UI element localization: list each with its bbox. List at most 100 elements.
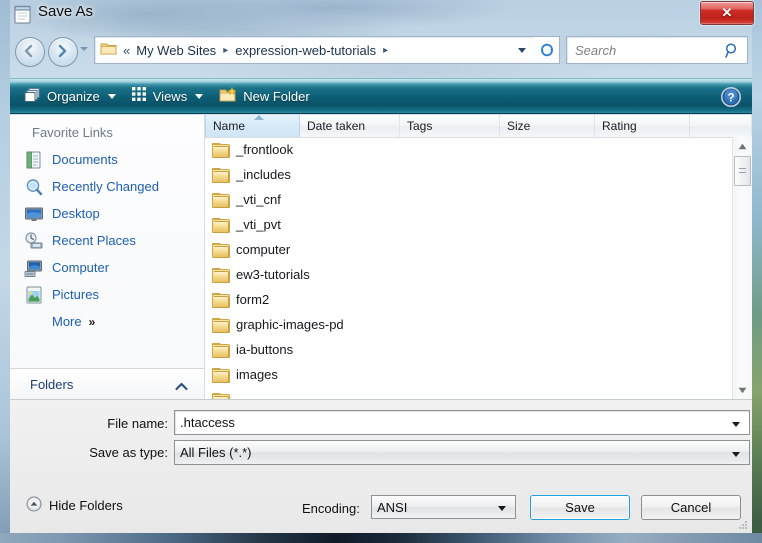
sidebar-item-documents[interactable]: Documents	[10, 146, 204, 173]
table-row[interactable]: computer	[205, 237, 733, 262]
cancel-button[interactable]: Cancel	[641, 495, 741, 520]
views-chevron-down-icon	[195, 93, 204, 99]
column-header-label: Size	[507, 119, 531, 133]
views-button[interactable]: Views	[126, 83, 209, 109]
scroll-up-arrow-icon[interactable]	[733, 137, 752, 155]
breadcrumb-chevron-icon-2[interactable]: ▸	[383, 45, 388, 56]
refresh-button[interactable]	[534, 36, 560, 64]
file-name-cell: form2	[236, 292, 270, 307]
file-name-input[interactable]: .htaccess	[174, 410, 750, 435]
organize-button[interactable]: Organize	[18, 83, 122, 109]
table-row[interactable]: _vti_cnf	[205, 187, 733, 212]
breadcrumb-overflow[interactable]: «	[123, 43, 130, 58]
double-chevron-right-icon: »	[88, 314, 96, 329]
back-button[interactable]	[15, 37, 45, 67]
window-bottom-border	[0, 533, 762, 543]
table-row[interactable]: ia-buttons	[205, 337, 733, 362]
search-icon	[724, 42, 740, 62]
new-folder-icon	[219, 86, 237, 106]
new-folder-button[interactable]: New Folder	[213, 83, 315, 109]
column-header-date-taken[interactable]: Date taken	[300, 115, 400, 137]
column-header-tags[interactable]: Tags	[400, 115, 500, 137]
documents-icon	[24, 150, 44, 170]
folder-icon	[212, 342, 230, 358]
save-button[interactable]: Save	[530, 495, 630, 520]
folder-icon	[212, 167, 230, 183]
views-label: Views	[152, 88, 188, 104]
breadcrumb-chevron-icon[interactable]: ▸	[223, 45, 228, 56]
save-as-type-label: Save as type:	[89, 445, 168, 460]
table-row[interactable]	[205, 387, 733, 399]
vertical-scrollbar[interactable]	[732, 137, 752, 399]
sidebar-item-recent-places[interactable]: Recent Places	[10, 227, 204, 254]
close-button[interactable]: ✕	[700, 1, 754, 25]
column-header-label: Name	[213, 119, 246, 133]
folders-section-header[interactable]: Folders	[10, 368, 204, 399]
address-dropdown-chevron-down-icon[interactable]	[518, 48, 526, 53]
sidebar-item-desktop[interactable]: Desktop	[10, 200, 204, 227]
column-header-name[interactable]: Name	[205, 115, 300, 137]
search-placeholder: Search	[575, 42, 617, 58]
command-toolbar: Organize Views New Folder ?	[10, 78, 752, 114]
encoding-value: ANSI	[377, 499, 408, 515]
folder-icon	[212, 267, 230, 283]
sidebar-more-label: More	[52, 314, 82, 329]
file-name-cell: images	[236, 367, 278, 382]
column-header-label: Tags	[407, 119, 433, 133]
column-headers: Name Date taken Tags Size Rating	[205, 115, 752, 138]
scrollbar-grip	[739, 168, 746, 173]
file-rows: _frontlook _includes _vti_cnf _vti_pvtcompu…	[205, 137, 733, 399]
recent-locations-chevron-down-icon[interactable]	[80, 47, 88, 51]
save-as-type-select[interactable]: All Files (*.*)	[174, 440, 750, 465]
table-row[interactable]: _includes	[205, 162, 733, 187]
sidebar-more-button[interactable]: More »	[10, 308, 204, 335]
scroll-down-arrow-icon[interactable]	[733, 381, 752, 399]
table-row[interactable]: ew3-tutorials	[205, 262, 733, 287]
column-header-label: Date taken	[307, 119, 366, 133]
save-as-dialog: Save As ✕ « My Web Sites ▸ expression-we…	[0, 0, 762, 543]
svg-text:?: ?	[727, 93, 734, 105]
sidebar-item-recently-changed[interactable]: Recently Changed	[10, 173, 204, 200]
file-name-cell: graphic-images-pd	[236, 317, 344, 332]
folder-icon	[212, 192, 230, 208]
file-name-cell: ia-buttons	[236, 342, 294, 357]
organize-label: Organize	[47, 88, 100, 104]
sidebar-item-label: Recent Places	[52, 233, 136, 248]
help-button[interactable]: ?	[720, 86, 742, 108]
table-row[interactable]: graphic-images-pd	[205, 312, 733, 337]
new-folder-label: New Folder	[243, 88, 310, 104]
breadcrumb-my-web-sites[interactable]: My Web Sites	[134, 42, 218, 59]
file-name-value: .htaccess	[180, 415, 235, 430]
folder-icon	[212, 142, 230, 158]
recently-changed-icon	[24, 177, 44, 197]
table-row[interactable]: _vti_pvt	[205, 212, 733, 237]
forward-button[interactable]	[48, 37, 78, 67]
notepad-icon	[14, 4, 32, 24]
address-breadcrumb-bar[interactable]: « My Web Sites ▸ expression-web-tutorial…	[94, 36, 534, 64]
chevron-up-circle-icon	[26, 496, 42, 515]
table-row[interactable]: _frontlook	[205, 137, 733, 162]
main-content-area: Favorite Links Documents Recently Change…	[10, 115, 752, 399]
table-row[interactable]: images	[205, 362, 733, 387]
save-as-type-chevron-down-icon[interactable]	[732, 452, 740, 457]
file-list: Name Date taken Tags Size Rating _frontlook _…	[205, 115, 752, 399]
resize-grip[interactable]	[736, 518, 748, 530]
file-name-cell: ew3-tutorials	[236, 267, 310, 282]
folder-icon	[212, 317, 230, 333]
sidebar-item-computer[interactable]: Computer	[10, 254, 204, 281]
table-row[interactable]: form2	[205, 287, 733, 312]
refresh-icon	[540, 43, 553, 57]
file-name-chevron-down-icon[interactable]	[732, 422, 740, 427]
breadcrumb-expression-web-tutorials[interactable]: expression-web-tutorials	[233, 42, 378, 59]
column-header-rating[interactable]: Rating	[595, 115, 690, 137]
search-input[interactable]: Search	[566, 36, 748, 64]
computer-icon	[24, 258, 44, 278]
encoding-select[interactable]: ANSI	[371, 495, 516, 519]
sidebar-item-pictures[interactable]: Pictures	[10, 281, 204, 308]
file-name-cell: computer	[236, 242, 291, 257]
scrollbar-thumb[interactable]	[734, 156, 751, 186]
column-header-size[interactable]: Size	[500, 115, 595, 137]
save-as-type-value: All Files (*.*)	[180, 445, 252, 460]
encoding-chevron-down-icon[interactable]	[498, 506, 506, 511]
hide-folders-button[interactable]: Hide Folders	[26, 496, 123, 515]
